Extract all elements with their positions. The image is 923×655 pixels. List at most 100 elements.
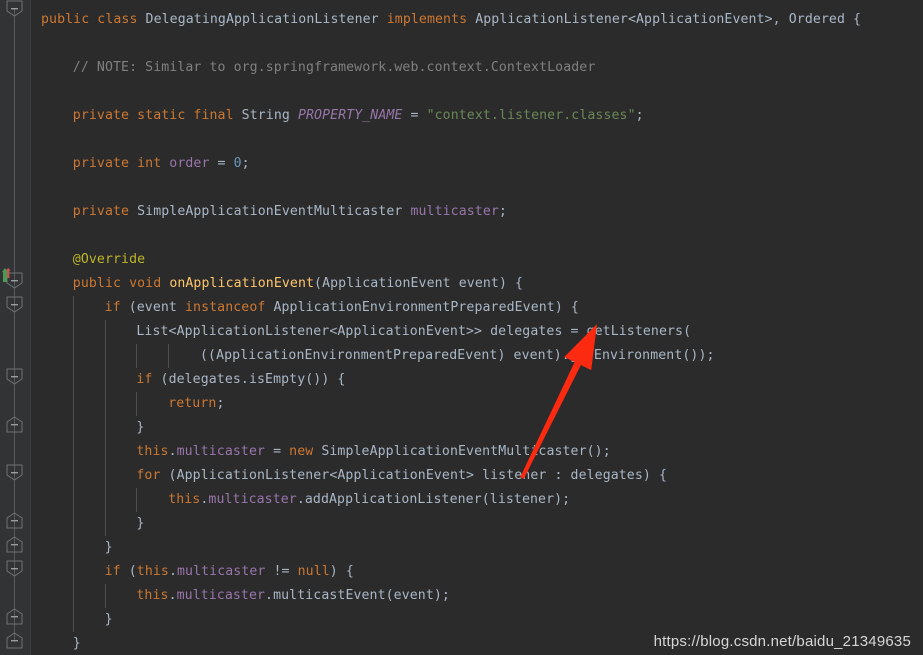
indent-guide [72, 296, 74, 632]
fold-marker-down[interactable] [6, 464, 23, 481]
code-token: .multicastEvent(event) [265, 588, 442, 603]
fold-marker-down[interactable] [6, 0, 23, 17]
code-token: ; [441, 588, 450, 603]
code-line: // NOTE: Similar to org.springframework.… [31, 56, 595, 80]
code-text-area[interactable]: public class DelegatingApplicationListen… [31, 0, 923, 655]
code-token: if [104, 300, 121, 315]
code-token: multicaster [176, 588, 266, 603]
code-line: for (ApplicationListener<ApplicationEven… [31, 464, 667, 488]
code-folding-rail[interactable] [0, 0, 30, 655]
code-token: @Override [72, 252, 146, 267]
indent-guide [104, 320, 106, 536]
code-token: (event [120, 300, 186, 315]
code-line: this.multicaster.addApplicationListener(… [31, 488, 570, 512]
code-token: ; [602, 444, 611, 459]
code-token: this [136, 444, 169, 459]
code-line: List<ApplicationListener<ApplicationEven… [31, 320, 691, 344]
fold-marker-up[interactable] [6, 608, 23, 625]
code-token: ; [216, 396, 225, 411]
code-line: if (delegates.isEmpty()) { [31, 368, 345, 392]
code-token: static [137, 108, 186, 123]
code-line: private int order = 0; [31, 152, 250, 176]
code-token: = [209, 156, 234, 171]
code-token: new [289, 444, 314, 459]
indent-guide [136, 344, 138, 368]
fold-marker-up[interactable] [6, 536, 23, 553]
code-token: } [104, 612, 113, 627]
code-line: this.multicaster.multicastEvent(event); [31, 584, 450, 608]
code-token: PROPERTY_NAME [297, 108, 403, 123]
code-token: if [104, 564, 121, 579]
code-token: SimpleApplicationEventMulticaster() [313, 444, 603, 459]
code-line: private SimpleApplicationEventMulticaste… [31, 200, 507, 224]
code-token: ((ApplicationEnvironmentPreparedEvent) e… [200, 348, 715, 363]
code-line: return; [31, 392, 224, 416]
code-token: SimpleApplicationEventMulticaster [129, 204, 411, 219]
code-token: ApplicationEnvironmentPreparedEvent) { [265, 300, 579, 315]
code-token: List<ApplicationListener<ApplicationEven… [136, 324, 692, 339]
indent-guide [136, 392, 138, 416]
code-line: @Override [31, 248, 145, 272]
code-token: // NOTE: Similar to org.springframework.… [72, 60, 596, 75]
code-token: .addApplicationListener(listener) [296, 492, 563, 507]
fold-rail-segment [14, 304, 15, 376]
code-token: . [168, 588, 177, 603]
code-token: public [41, 12, 90, 27]
code-token: (ApplicationListener<ApplicationEvent> l… [160, 468, 668, 483]
code-token: multicaster [410, 204, 499, 219]
code-token: } [136, 420, 145, 435]
code-token: void [129, 276, 162, 291]
code-token: this [136, 564, 169, 579]
fold-rail-segment [14, 8, 15, 280]
code-token: } [104, 540, 113, 555]
code-token: "context.listener.classes" [426, 108, 636, 123]
code-token: DelegatingApplicationListener [145, 12, 379, 27]
fold-marker-up[interactable] [6, 632, 23, 649]
code-line: } [31, 512, 144, 536]
implemented-method-icon[interactable] [1, 268, 15, 284]
code-token: } [136, 516, 145, 531]
code-token: ; [635, 108, 644, 123]
code-token: final [193, 108, 234, 123]
code-token: != [265, 564, 298, 579]
code-token: return [168, 396, 217, 411]
code-token: public [72, 276, 122, 291]
code-token: private [72, 156, 130, 171]
code-token: = [265, 444, 290, 459]
code-token: ApplicationListener<ApplicationEvent>, O… [467, 12, 862, 27]
fold-marker-down[interactable] [6, 368, 23, 385]
code-token: multicaster [176, 444, 266, 459]
fold-marker-up[interactable] [6, 416, 23, 433]
code-line: } [31, 632, 81, 655]
code-token: ; [562, 492, 571, 507]
code-token: private [72, 108, 130, 123]
fold-marker-down[interactable] [6, 296, 23, 313]
code-token: ) { [329, 564, 354, 579]
code-token: 0 [233, 156, 242, 171]
code-token: int [137, 156, 162, 171]
fold-marker-down[interactable] [6, 560, 23, 577]
code-line: private static final String PROPERTY_NAM… [31, 104, 644, 128]
code-line: ((ApplicationEnvironmentPreparedEvent) e… [31, 344, 715, 368]
code-token: class [97, 12, 138, 27]
code-token: private [72, 204, 130, 219]
code-token: for [136, 468, 161, 483]
code-token: } [72, 636, 81, 651]
fold-marker-up[interactable] [6, 512, 23, 529]
code-token: ; [498, 204, 507, 219]
code-token: . [168, 444, 177, 459]
code-token: String [233, 108, 298, 123]
code-line: if (event instanceof ApplicationEnvironm… [31, 296, 579, 320]
indent-guide [168, 344, 170, 368]
code-token: order [169, 156, 210, 171]
